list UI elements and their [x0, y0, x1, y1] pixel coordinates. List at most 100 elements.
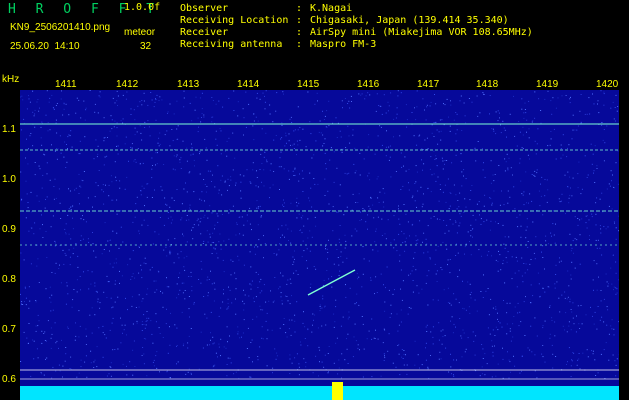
- noise-speck: [235, 371, 237, 373]
- noise-speck: [523, 204, 525, 206]
- noise-speck: [510, 340, 512, 342]
- noise-speck: [595, 375, 597, 376]
- noise-speck: [256, 97, 258, 99]
- noise-speck: [55, 119, 57, 121]
- noise-speck: [400, 269, 402, 271]
- noise-speck: [213, 342, 215, 344]
- noise-speck: [138, 245, 140, 247]
- noise-speck: [333, 313, 335, 315]
- noise-speck: [208, 279, 210, 280]
- noise-speck: [410, 273, 412, 275]
- noise-speck: [99, 96, 101, 98]
- noise-speck: [576, 364, 578, 366]
- noise-speck: [401, 299, 403, 301]
- noise-speck: [217, 257, 219, 259]
- noise-speck: [126, 334, 127, 336]
- noise-speck: [527, 247, 529, 248]
- noise-speck: [480, 291, 482, 292]
- noise-speck: [186, 241, 188, 243]
- noise-speck: [176, 327, 178, 329]
- noise-speck: [371, 376, 373, 378]
- noise-speck: [63, 108, 65, 110]
- noise-speck: [398, 353, 400, 355]
- noise-speck: [484, 353, 486, 355]
- noise-speck: [158, 142, 160, 144]
- noise-speck: [254, 253, 256, 255]
- noise-speck: [285, 332, 287, 334]
- noise-speck: [511, 256, 513, 258]
- noise-speck: [432, 326, 434, 328]
- noise-speck: [288, 319, 290, 321]
- noise-speck: [389, 145, 391, 147]
- noise-speck: [166, 308, 167, 310]
- noise-speck: [144, 127, 146, 128]
- noise-speck: [212, 174, 213, 176]
- noise-speck: [339, 184, 341, 186]
- noise-speck: [79, 325, 81, 327]
- noise-speck: [577, 218, 579, 219]
- noise-speck: [484, 176, 486, 178]
- noise-speck: [209, 344, 211, 346]
- noise-speck: [570, 309, 572, 310]
- noise-speck: [575, 331, 577, 333]
- noise-speck: [229, 335, 230, 337]
- noise-speck: [166, 255, 168, 257]
- noise-speck: [431, 132, 433, 134]
- noise-speck: [176, 189, 178, 190]
- noise-speck: [493, 180, 495, 182]
- noise-speck: [535, 236, 537, 238]
- noise-speck: [303, 250, 305, 252]
- noise-speck: [32, 111, 34, 113]
- noise-speck: [260, 278, 262, 280]
- noise-speck: [358, 193, 360, 195]
- noise-speck: [440, 130, 442, 132]
- noise-speck: [67, 136, 69, 138]
- noise-speck: [593, 260, 595, 262]
- noise-speck: [151, 99, 153, 101]
- noise-speck: [423, 252, 425, 254]
- noise-speck: [439, 184, 441, 186]
- noise-speck: [218, 192, 220, 194]
- noise-speck: [322, 145, 324, 147]
- noise-speck: [561, 95, 563, 97]
- noise-speck: [289, 303, 291, 305]
- noise-speck: [442, 191, 444, 193]
- noise-speck: [339, 130, 341, 132]
- noise-speck: [253, 113, 255, 115]
- noise-speck: [336, 211, 338, 213]
- noise-speck: [325, 245, 326, 247]
- noise-speck: [60, 218, 62, 219]
- noise-speck: [460, 215, 462, 217]
- noise-speck: [37, 357, 39, 359]
- noise-speck: [493, 130, 495, 132]
- noise-speck: [125, 136, 127, 138]
- noise-speck: [361, 286, 363, 288]
- noise-speck: [256, 92, 258, 94]
- noise-speck: [580, 193, 582, 195]
- noise-speck: [166, 277, 167, 279]
- noise-speck: [403, 165, 404, 167]
- noise-speck: [199, 97, 201, 99]
- noise-speck: [591, 163, 593, 165]
- noise-speck: [181, 311, 183, 313]
- noise-speck: [576, 239, 578, 241]
- noise-speck: [614, 187, 615, 189]
- info-key: Observer: [180, 3, 229, 14]
- noise-speck: [141, 185, 143, 187]
- noise-speck: [154, 291, 156, 293]
- noise-speck: [551, 320, 553, 321]
- noise-speck: [156, 163, 158, 165]
- noise-speck: [309, 172, 311, 174]
- noise-speck: [174, 238, 176, 240]
- noise-speck: [363, 348, 365, 350]
- noise-speck: [266, 365, 268, 367]
- noise-speck: [427, 366, 429, 368]
- noise-speck: [278, 166, 280, 168]
- noise-speck: [207, 217, 209, 219]
- noise-speck: [611, 319, 613, 321]
- noise-speck: [129, 361, 131, 363]
- noise-speck: [370, 277, 372, 279]
- noise-speck: [262, 92, 264, 94]
- noise-speck: [457, 200, 459, 201]
- noise-speck: [438, 322, 440, 324]
